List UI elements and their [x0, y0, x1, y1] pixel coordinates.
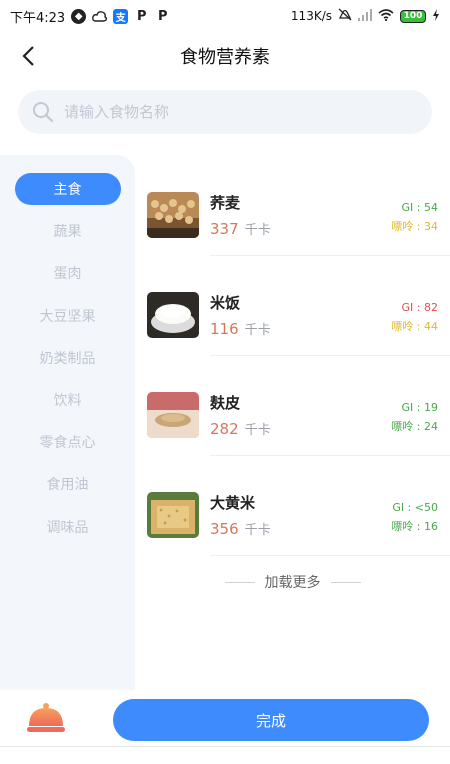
food-name: 大黄米	[210, 494, 256, 512]
food-name: 荞麦	[210, 194, 241, 212]
food-item[interactable]: 荞麦 337 千卡 GI : 54 嘌呤 : 34	[135, 155, 450, 256]
food-item[interactable]: 米饭 116 千卡 GI : 82 嘌呤 : 44	[135, 255, 450, 356]
load-more[interactable]: 加载更多	[135, 570, 450, 594]
gi-value: GI : 54	[401, 201, 438, 214]
category-drinks[interactable]: 饮料	[15, 384, 121, 416]
shield-icon: ◆	[71, 8, 87, 24]
mute-icon	[338, 8, 352, 24]
purine-value: 嘌呤 : 16	[391, 520, 438, 533]
food-cloche-icon	[27, 703, 65, 732]
parking-icon-2: P	[157, 8, 168, 24]
status-right: 113K/s 100	[291, 8, 440, 24]
category-sidebar: 主食 蔬果 蛋肉 大豆坚果 奶类制品 饮料 零食点心 食用油 调味品	[0, 155, 135, 690]
gi-value: GI : 19	[401, 401, 438, 414]
status-left: 下午4:23 ◆ 支 P P	[10, 7, 170, 26]
status-time: 下午4:23	[10, 10, 66, 26]
page-title: 食物营养素	[180, 47, 270, 68]
calorie-value: 356	[210, 520, 239, 538]
category-snacks[interactable]: 零食点心	[15, 426, 121, 458]
food-item[interactable]: 麸皮 282 千卡 GI : 19 嘌呤 : 24	[135, 355, 450, 456]
back-button[interactable]	[14, 42, 42, 70]
food-calories: 337 千卡	[210, 219, 271, 238]
category-seasoning[interactable]: 调味品	[15, 511, 121, 543]
food-image-buckwheat	[147, 192, 199, 238]
food-list: 荞麦 337 千卡 GI : 54 嘌呤 : 34 米饭 116 千卡 GI : 8…	[135, 155, 450, 556]
food-name: 米饭	[210, 294, 241, 312]
food-image-yellow-millet	[147, 492, 199, 538]
battery-icon: 100	[400, 9, 426, 23]
status-bar: 下午4:23 ◆ 支 P P 113K/s 100	[0, 0, 450, 32]
divider-line	[224, 581, 255, 583]
wifi-icon	[378, 8, 394, 24]
food-image-bran	[147, 392, 199, 438]
calorie-value: 116	[210, 320, 239, 338]
divider-line	[330, 581, 361, 583]
done-button[interactable]: 完成	[113, 699, 429, 741]
calorie-unit: 千卡	[244, 323, 271, 338]
gi-value: GI : <50	[392, 501, 438, 514]
food-item[interactable]: 大黄米 356 千卡 GI : <50 嘌呤 : 16	[135, 455, 450, 556]
load-more-label: 加载更多	[264, 575, 321, 591]
search-icon	[33, 102, 54, 123]
signal-icon	[358, 8, 372, 24]
chevron-left-icon	[22, 46, 34, 66]
divider	[210, 555, 450, 556]
category-soy-nuts[interactable]: 大豆坚果	[15, 300, 121, 332]
network-speed: 113K/s	[290, 9, 332, 23]
purine-value: 嘌呤 : 34	[391, 220, 438, 233]
bottom-bar: 完成	[0, 690, 450, 748]
search-input[interactable]	[64, 103, 404, 121]
calorie-unit: 千卡	[244, 523, 271, 538]
search-bar[interactable]	[18, 90, 432, 134]
food-calories: 282 千卡	[210, 419, 271, 438]
category-staple[interactable]: 主食	[14, 173, 121, 205]
calorie-unit: 千卡	[244, 223, 271, 238]
header: 食物营养素	[0, 32, 450, 80]
bottom-divider	[0, 746, 450, 747]
charging-icon	[432, 8, 440, 24]
calorie-unit: 千卡	[244, 423, 271, 438]
calorie-value: 282	[210, 420, 239, 438]
parking-icon: P	[136, 8, 147, 24]
category-fruit-veg[interactable]: 蔬果	[15, 215, 121, 247]
category-egg-meat[interactable]: 蛋肉	[15, 257, 121, 289]
cloud-icon	[92, 9, 108, 24]
category-oil[interactable]: 食用油	[15, 468, 121, 500]
food-calories: 356 千卡	[210, 519, 271, 538]
meal-cart-button[interactable]	[26, 700, 66, 738]
gi-value: GI : 82	[401, 301, 438, 314]
food-image-rice	[147, 292, 199, 338]
calorie-value: 337	[210, 220, 239, 238]
purine-value: 嘌呤 : 24	[391, 420, 438, 433]
food-name: 麸皮	[210, 394, 241, 412]
purine-value: 嘌呤 : 44	[391, 320, 438, 333]
food-calories: 116 千卡	[210, 319, 271, 338]
category-dairy[interactable]: 奶类制品	[15, 342, 121, 374]
alipay-icon: 支	[113, 8, 129, 24]
